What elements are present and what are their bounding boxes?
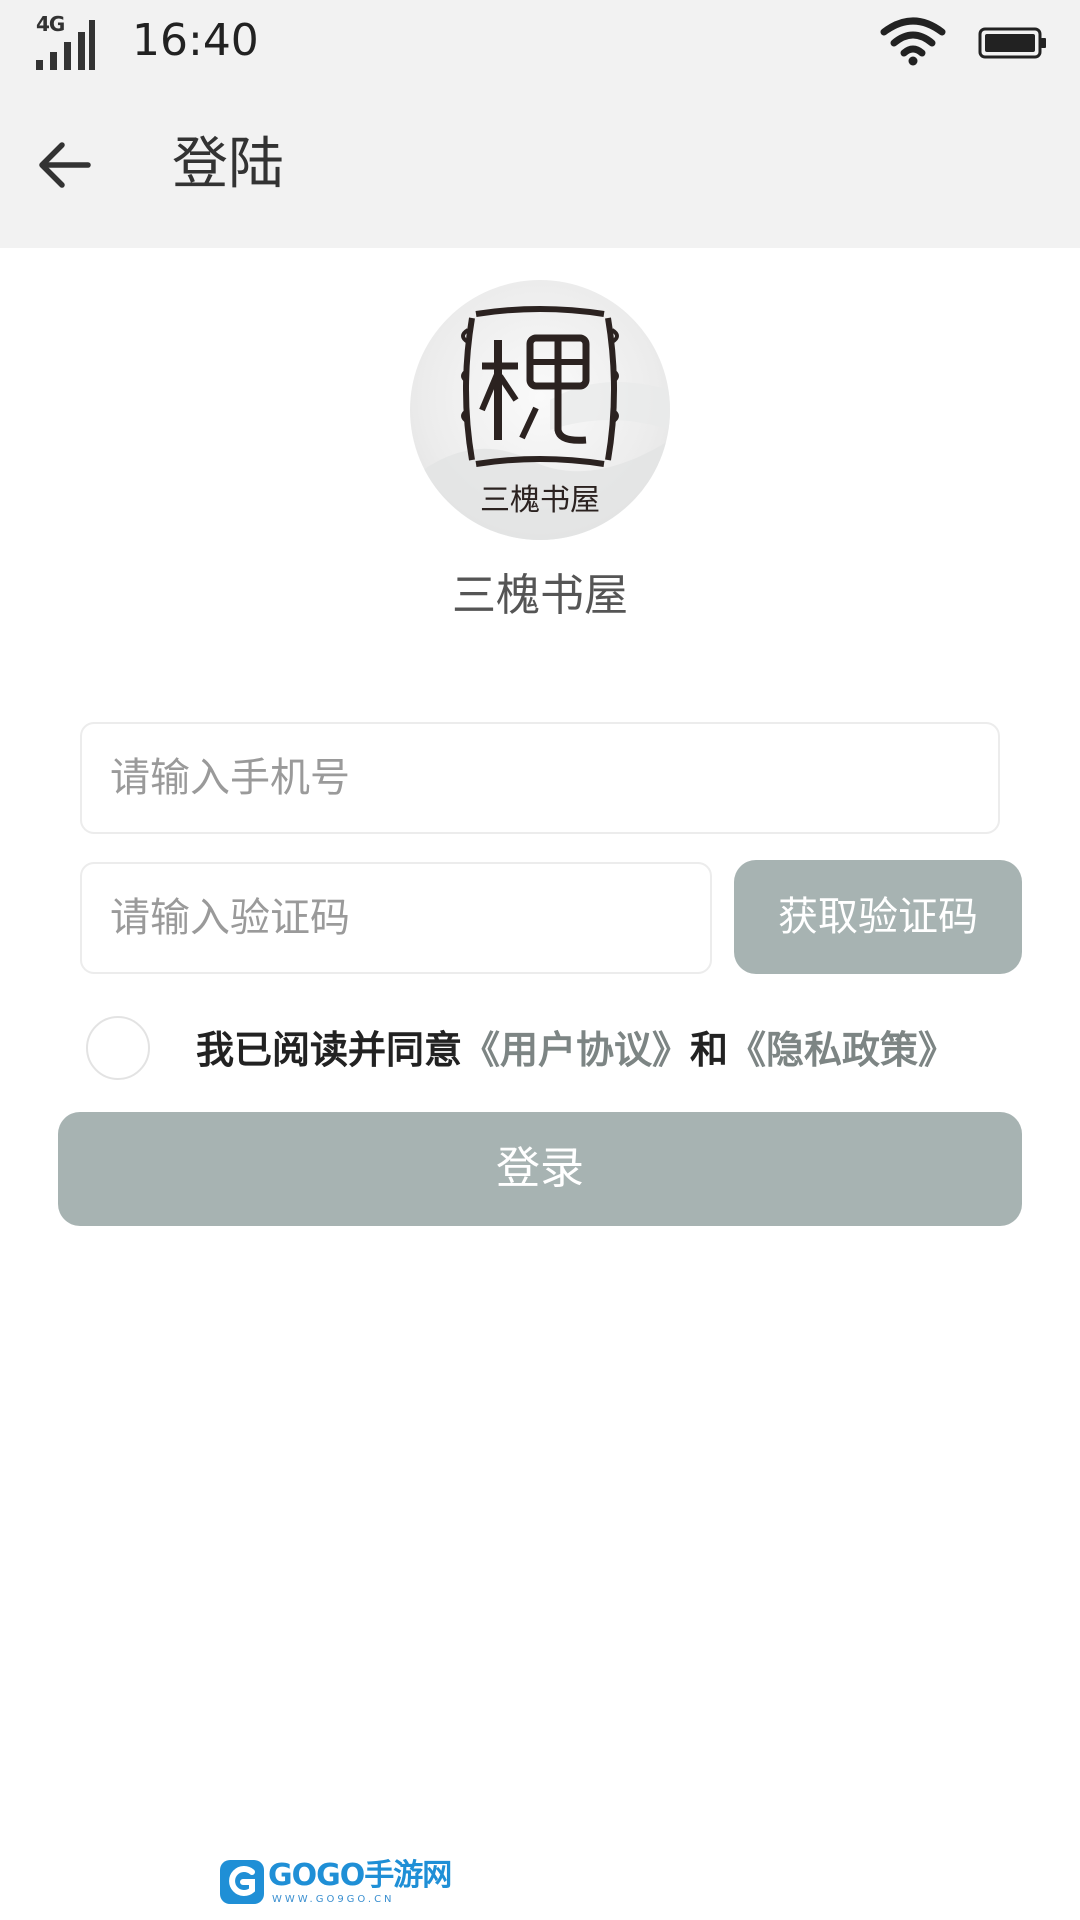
login-button[interactable]: 登录 — [58, 1112, 1022, 1226]
agreement-text: 我已阅读并同意《用户协议》和《隐私政策》 — [196, 1020, 956, 1080]
app-logo: 三槐书屋 — [410, 280, 670, 540]
agreement-conjunction: 和 — [690, 1028, 729, 1072]
logo-caption: 三槐书屋 — [480, 483, 600, 518]
brand-name: 三槐书屋 — [452, 570, 628, 621]
arrow-left-icon[interactable] — [30, 130, 100, 200]
wifi-icon — [880, 17, 946, 66]
page-title: 登陆 — [172, 132, 284, 197]
phone-input[interactable] — [82, 724, 998, 832]
verification-code-input[interactable] — [82, 864, 710, 972]
status-time: 16:40 — [132, 15, 259, 66]
watermark-logo-icon — [220, 1860, 264, 1904]
watermark-text: GOGO手游网 — [268, 1858, 452, 1893]
signal-icon — [36, 20, 95, 70]
code-field — [80, 862, 712, 974]
logo-seal-graphic: 三槐书屋 — [410, 306, 670, 540]
app-bar: 登陆 — [0, 82, 1080, 248]
agreement-prefix: 我已阅读并同意 — [196, 1028, 463, 1072]
battery-icon — [978, 27, 1046, 59]
watermark-url: WWW.GO9GO.CN — [272, 1894, 395, 1905]
privacy-policy-link[interactable]: 《隐私政策》 — [728, 1028, 956, 1072]
watermark: GOGO手游网 WWW.GO9GO.CN — [218, 1856, 452, 1910]
user-agreement-link[interactable]: 《用户协议》 — [462, 1028, 690, 1072]
get-code-button[interactable]: 获取验证码 — [734, 860, 1022, 974]
phone-field — [80, 722, 1000, 834]
status-bar: 4G 16:40 — [0, 0, 1080, 82]
agreement-checkbox[interactable] — [86, 1016, 150, 1080]
